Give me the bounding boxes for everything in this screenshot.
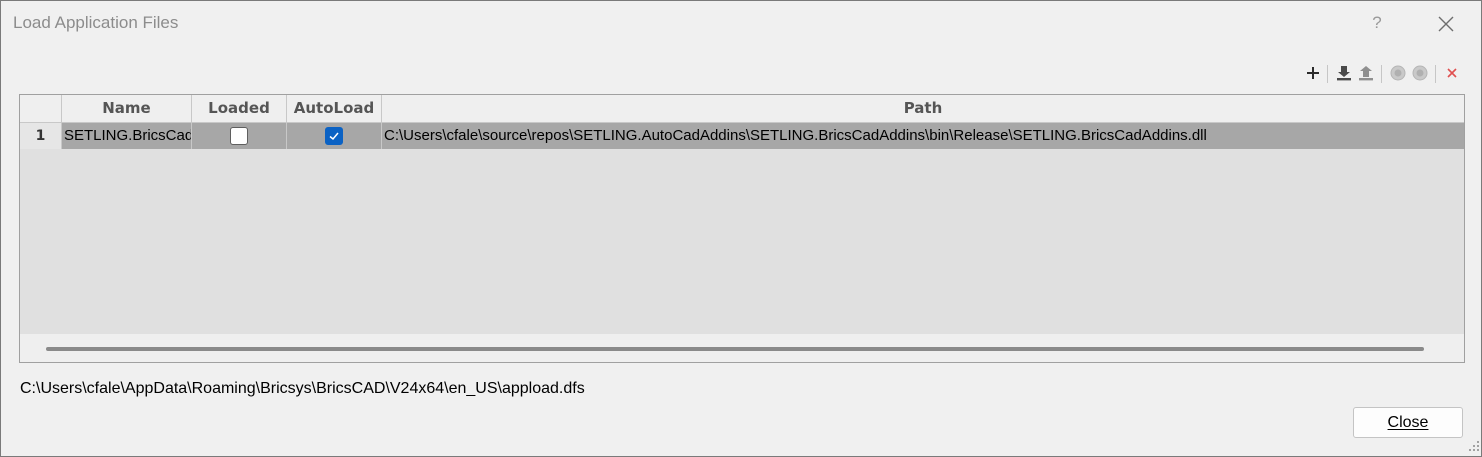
table-row[interactable]: 1 SETLING.BricsCadAddins C:\Users\cfale\… bbox=[20, 123, 1464, 149]
toolbar-divider bbox=[1381, 65, 1382, 83]
column-header-loaded[interactable]: Loaded bbox=[192, 95, 287, 122]
cell-autoload bbox=[287, 123, 382, 149]
circle-icon bbox=[1412, 65, 1428, 81]
config-file-path: C:\Users\cfale\AppData\Roaming\Bricsys\B… bbox=[20, 380, 585, 397]
add-button[interactable] bbox=[1303, 61, 1323, 85]
corner-header[interactable] bbox=[20, 95, 62, 122]
load-application-files-dialog: Load Application Files ? Name Loaded Aut… bbox=[0, 0, 1482, 457]
unload-button[interactable] bbox=[1356, 61, 1376, 85]
cell-path[interactable]: C:\Users\cfale\source\repos\SETLING.Auto… bbox=[382, 123, 1464, 149]
move-down-button[interactable] bbox=[1410, 61, 1430, 85]
title-bar: Load Application Files ? bbox=[1, 1, 1481, 45]
column-header-path[interactable]: Path bbox=[382, 95, 1464, 122]
cell-name[interactable]: SETLING.BricsCadAddins bbox=[62, 123, 192, 149]
row-index[interactable]: 1 bbox=[20, 123, 62, 149]
dialog-title: Load Application Files bbox=[13, 13, 179, 32]
toolbar-divider bbox=[1435, 65, 1436, 83]
application-files-table: Name Loaded AutoLoad Path 1 SETLING.Bric… bbox=[19, 94, 1465, 363]
circle-icon bbox=[1390, 65, 1406, 81]
horizontal-scrollbar[interactable] bbox=[20, 334, 1464, 362]
close-button[interactable]: Close bbox=[1353, 407, 1463, 438]
plus-icon bbox=[1307, 67, 1319, 79]
help-button[interactable]: ? bbox=[1365, 11, 1389, 35]
toolbar bbox=[1301, 61, 1471, 85]
column-header-autoload[interactable]: AutoLoad bbox=[287, 95, 382, 122]
close-window-button[interactable] bbox=[1432, 10, 1460, 38]
move-up-button[interactable] bbox=[1388, 61, 1408, 85]
load-button[interactable] bbox=[1334, 61, 1354, 85]
column-header-name[interactable]: Name bbox=[62, 95, 192, 122]
close-icon bbox=[1447, 68, 1457, 78]
loaded-checkbox[interactable] bbox=[230, 127, 248, 145]
toolbar-divider bbox=[1327, 65, 1328, 83]
table-header: Name Loaded AutoLoad Path bbox=[20, 95, 1464, 123]
upload-icon bbox=[1359, 66, 1373, 81]
scrollbar-thumb[interactable] bbox=[46, 347, 1424, 351]
cell-loaded bbox=[192, 123, 287, 149]
autoload-checkbox[interactable] bbox=[325, 127, 343, 145]
resize-grip-icon[interactable] bbox=[1468, 439, 1480, 453]
checkmark-icon bbox=[329, 132, 339, 141]
close-icon bbox=[1438, 16, 1454, 32]
remove-button[interactable] bbox=[1442, 61, 1462, 85]
download-icon bbox=[1337, 66, 1351, 81]
